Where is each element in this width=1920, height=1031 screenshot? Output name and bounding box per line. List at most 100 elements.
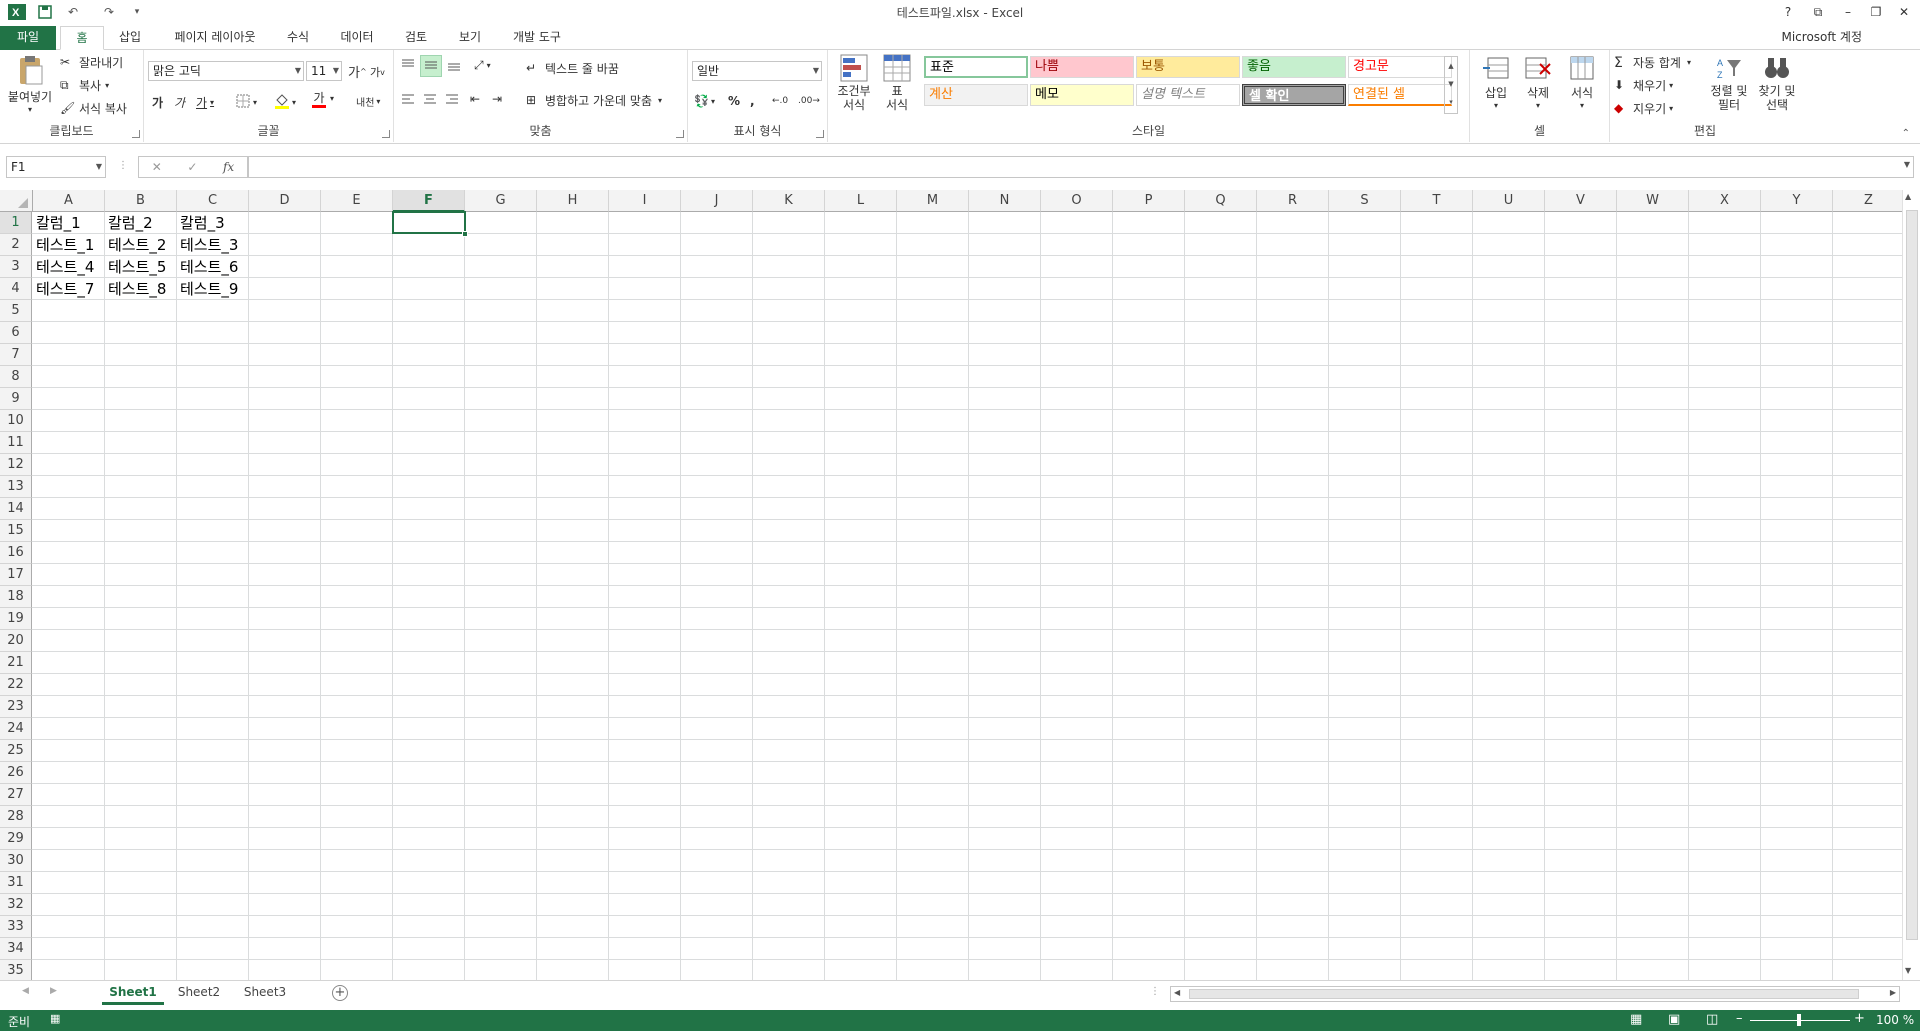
cell-c2[interactable]: 테스트_3 xyxy=(177,234,249,256)
row-header-28[interactable]: 28 xyxy=(0,806,32,828)
cell-b1[interactable]: 칼럼_2 xyxy=(105,212,177,234)
row-header-30[interactable]: 30 xyxy=(0,850,32,872)
close-button[interactable]: ✕ xyxy=(1890,0,1918,24)
dialog-launcher-icon[interactable] xyxy=(816,130,824,138)
column-header-y[interactable]: Y xyxy=(1761,190,1833,212)
find-select-button[interactable]: 찾기 및 선택 xyxy=(1754,54,1800,112)
row-header-26[interactable]: 26 xyxy=(0,762,32,784)
font-name-dropdown[interactable]: 맑은 고딕 ▼ xyxy=(148,61,304,81)
row-header-31[interactable]: 31 xyxy=(0,872,32,894)
format-cells-button[interactable]: 서식 ▾ xyxy=(1562,54,1602,110)
cell-style-5[interactable]: 계산 xyxy=(924,84,1028,106)
add-sheet-icon[interactable]: + xyxy=(332,985,348,1001)
tab-data[interactable]: 데이터 xyxy=(332,26,382,50)
sheet-tab-3[interactable]: Sheet3 xyxy=(234,981,296,1005)
italic-button[interactable]: 가 xyxy=(174,94,185,111)
dialog-launcher-icon[interactable] xyxy=(676,130,684,138)
row-header-19[interactable]: 19 xyxy=(0,608,32,630)
page-break-view-icon[interactable]: ◫ xyxy=(1706,1012,1718,1027)
phonetic-button[interactable]: 내천 ▾ xyxy=(356,94,380,109)
expand-formula-icon[interactable]: ▼ xyxy=(1904,160,1910,169)
cell-style-4[interactable]: 경고문 xyxy=(1348,56,1452,78)
normal-view-icon[interactable]: ▦ xyxy=(1630,1012,1642,1027)
zoom-slider-thumb[interactable] xyxy=(1797,1014,1801,1026)
column-header-i[interactable]: I xyxy=(609,190,681,212)
split-handle-icon[interactable]: ⋮ xyxy=(1150,986,1160,997)
select-all-button[interactable] xyxy=(0,190,33,212)
dialog-launcher-icon[interactable] xyxy=(132,130,140,138)
sort-filter-button[interactable]: AZ 정렬 및 필터 xyxy=(1706,54,1752,112)
increase-decimal-button[interactable]: ←.0 xyxy=(772,96,788,106)
chevron-down-icon[interactable]: ▾ xyxy=(330,94,334,103)
zoom-in-icon[interactable]: + xyxy=(1854,1011,1865,1026)
cell-b2[interactable]: 테스트_2 xyxy=(105,234,177,256)
decrease-decimal-button[interactable]: .00→ xyxy=(798,96,820,106)
row-header-20[interactable]: 20 xyxy=(0,630,32,652)
row-header-1[interactable]: 1 xyxy=(0,212,32,234)
row-header-23[interactable]: 23 xyxy=(0,696,32,718)
column-header-m[interactable]: M xyxy=(897,190,969,212)
column-header-e[interactable]: E xyxy=(321,190,393,212)
cell-c4[interactable]: 테스트_9 xyxy=(177,278,249,300)
tab-view[interactable]: 보기 xyxy=(450,26,490,50)
borders-button[interactable]: ▾ xyxy=(236,94,257,111)
accounting-format-button[interactable]: 💱 ▾ xyxy=(694,94,715,108)
row-header-14[interactable]: 14 xyxy=(0,498,32,520)
column-header-b[interactable]: B xyxy=(105,190,177,212)
ribbon-display-button[interactable]: ⧉ xyxy=(1804,0,1832,24)
row-header-27[interactable]: 27 xyxy=(0,784,32,806)
row-header-18[interactable]: 18 xyxy=(0,586,32,608)
scroll-left-icon[interactable]: ◀ xyxy=(1174,988,1180,997)
dialog-launcher-icon[interactable] xyxy=(382,130,390,138)
fill-color-button[interactable]: ▾ xyxy=(274,92,296,113)
vertical-scroll-thumb[interactable] xyxy=(1906,210,1918,940)
paste-button[interactable]: 붙여넣기 ▾ xyxy=(4,54,56,114)
align-middle-button[interactable] xyxy=(420,55,442,77)
shrink-font-button[interactable]: 가v xyxy=(370,64,385,80)
cell-a4[interactable]: 테스트_7 xyxy=(33,278,105,300)
align-top-button[interactable] xyxy=(400,58,416,75)
column-header-l[interactable]: L xyxy=(825,190,897,212)
restore-button[interactable]: ❐ xyxy=(1862,0,1890,24)
row-header-5[interactable]: 5 xyxy=(0,300,32,322)
column-header-p[interactable]: P xyxy=(1113,190,1185,212)
column-header-a[interactable]: A xyxy=(33,190,105,212)
sheet-tab-2[interactable]: Sheet2 xyxy=(168,981,230,1005)
tab-home[interactable]: 홈 xyxy=(60,26,104,50)
column-header-g[interactable]: G xyxy=(465,190,537,212)
row-header-29[interactable]: 29 xyxy=(0,828,32,850)
column-header-s[interactable]: S xyxy=(1329,190,1401,212)
scroll-up-icon[interactable]: ▲ xyxy=(1905,192,1911,201)
insert-cells-button[interactable]: 삽입 ▾ xyxy=(1476,54,1516,110)
cell-style-6[interactable]: 메모 xyxy=(1030,84,1134,106)
number-format-dropdown[interactable]: 일반 ▼ xyxy=(692,61,822,81)
delete-cells-button[interactable]: 삭제 ▾ xyxy=(1518,54,1558,110)
column-header-t[interactable]: T xyxy=(1401,190,1473,212)
align-bottom-button[interactable] xyxy=(446,58,462,75)
collapse-ribbon-icon[interactable]: ⌃ xyxy=(1902,128,1910,139)
row-header-22[interactable]: 22 xyxy=(0,674,32,696)
tab-review[interactable]: 검토 xyxy=(396,26,436,50)
scroll-right-icon[interactable]: ▶ xyxy=(1890,988,1896,997)
copy-button[interactable]: ⧉ 복사 ▾ xyxy=(60,77,109,94)
formula-input[interactable]: ▼ xyxy=(248,156,1914,178)
cancel-icon[interactable]: ✕ xyxy=(152,160,162,174)
row-header-33[interactable]: 33 xyxy=(0,916,32,938)
fill-button[interactable]: ⬇ 채우기 ▾ xyxy=(1614,77,1673,94)
wrap-text-button[interactable]: ↵ 텍스트 줄 바꿈 xyxy=(526,60,619,77)
minimize-button[interactable]: – xyxy=(1834,0,1862,24)
row-header-17[interactable]: 17 xyxy=(0,564,32,586)
name-box[interactable]: F1 ▼ xyxy=(6,156,106,178)
tab-page-layout[interactable]: 페이지 레이아웃 xyxy=(160,26,270,50)
column-header-z[interactable]: Z xyxy=(1833,190,1905,212)
tab-insert[interactable]: 삽입 xyxy=(110,26,150,50)
account-label[interactable]: Microsoft 계정 xyxy=(1781,28,1862,45)
zoom-level[interactable]: 100 % xyxy=(1876,1013,1914,1027)
comma-button[interactable]: , xyxy=(750,94,755,108)
horizontal-scrollbar[interactable]: ◀ ▶ xyxy=(1170,986,1900,1002)
row-header-15[interactable]: 15 xyxy=(0,520,32,542)
column-header-d[interactable]: D xyxy=(249,190,321,212)
column-header-q[interactable]: Q xyxy=(1185,190,1257,212)
bold-button[interactable]: 가 xyxy=(152,94,163,111)
column-header-u[interactable]: U xyxy=(1473,190,1545,212)
